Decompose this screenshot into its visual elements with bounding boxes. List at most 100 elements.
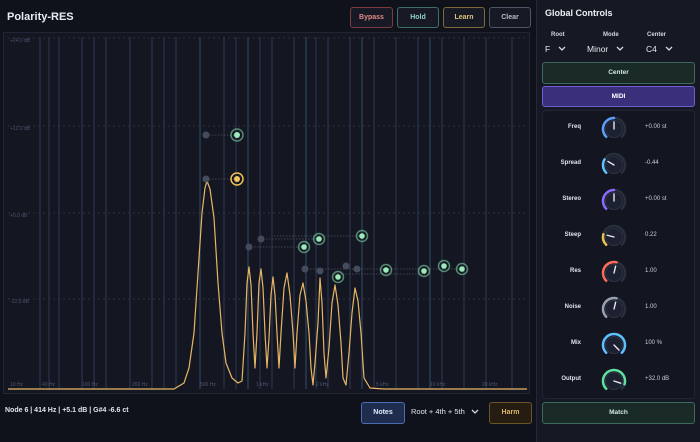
center-select[interactable]: C4 (646, 44, 673, 54)
y-label-0: +0.0 dB (10, 213, 28, 219)
global-controls-panel: Global Controls Root Mode Center F Minor… (536, 0, 700, 442)
node-handle-core (359, 233, 365, 239)
x-label-20khz: 20 kHz (482, 382, 498, 388)
root-select[interactable]: F (545, 44, 566, 54)
node-handle-ghost[interactable] (245, 243, 253, 251)
knob-spread[interactable] (599, 150, 629, 180)
chevron-down-icon (471, 409, 479, 414)
grid-horizontal (8, 37, 527, 300)
chord-select[interactable]: Root + 4th + 5th (411, 407, 479, 416)
hold-button[interactable]: Hold (397, 7, 439, 28)
center-label: Center (647, 32, 667, 38)
x-label-10hz: 10 Hz (10, 382, 24, 388)
node-handle-ghost[interactable] (316, 267, 324, 275)
grid-vertical (39, 37, 513, 389)
knob-label: Output (561, 376, 581, 382)
node-handle-ghost[interactable] (202, 175, 210, 183)
clear-button[interactable]: Clear (489, 7, 531, 28)
knob-label: Spread (560, 160, 581, 166)
filter-nodes[interactable] (202, 128, 469, 284)
spectrum-svg[interactable]: +24.0 dB +12.0 dB +0.0 dB -12.0 dB 10 Hz… (4, 33, 531, 395)
node-handle-core (234, 176, 240, 182)
knob-row-stereo: Stereo +0.00 st (543, 183, 696, 219)
y-label-minus12: -12.0 dB (10, 299, 30, 305)
knob-value: +32.0 dB (645, 376, 670, 382)
knob-label: Stereo (562, 196, 581, 202)
knob-label: Freq (567, 124, 581, 130)
root-label: Root (551, 32, 565, 38)
response-curve (8, 180, 527, 390)
knob-row-output: Output +32.0 dB (543, 363, 696, 399)
mode-select[interactable]: Minor (587, 44, 624, 54)
node-handle-core (301, 244, 307, 250)
node-handle-core (383, 267, 389, 273)
node-handle-core (316, 236, 322, 242)
node-handle-ghost[interactable] (202, 131, 210, 139)
node-handle-ghost[interactable] (353, 265, 361, 273)
node-handle-core (459, 266, 465, 272)
knob-value: 100 % (645, 340, 663, 346)
notes-button[interactable]: Notes (361, 402, 405, 424)
chevron-down-icon (616, 46, 624, 51)
knob-value: +0.00 st (645, 196, 667, 202)
knob-row-noise: Noise 1.00 (543, 291, 696, 327)
knob-row-res: Res 1.00 (543, 255, 696, 291)
x-label-40hz: 40 Hz (42, 382, 56, 388)
app-title: Polarity-RES (7, 11, 74, 23)
midi-button[interactable]: MIDI (542, 86, 695, 107)
x-label-1khz: 1 kHz (256, 382, 269, 388)
knob-noise[interactable] (599, 294, 629, 324)
node-handle-core (441, 263, 447, 269)
node-handle-ghost[interactable] (257, 235, 265, 243)
spectrum-graph[interactable]: +24.0 dB +12.0 dB +0.0 dB -12.0 dB 10 Hz… (3, 32, 530, 394)
knob-output[interactable] (599, 366, 629, 396)
knob-label: Noise (564, 304, 581, 310)
node-handle-ghost[interactable] (342, 262, 350, 270)
knob-row-spread: Spread -0.44 (543, 147, 696, 183)
chevron-down-icon (558, 46, 566, 51)
y-label-24: +24.0 dB (10, 38, 31, 44)
x-label-500hz: 500 Hz (200, 382, 216, 388)
x-label-200hz: 200 Hz (132, 382, 148, 388)
knob-label: Mix (570, 340, 581, 346)
chord-select-value: Root + 4th + 5th (411, 407, 465, 416)
knob-value: +0.00 st (645, 124, 667, 130)
node-handle-core (335, 274, 341, 280)
knob-row-steep: Steep 0.22 (543, 219, 696, 255)
x-label-2khz: 2 kHz (316, 382, 329, 388)
node-handle-core (421, 268, 427, 274)
knob-value: -0.44 (645, 160, 659, 166)
knob-row-freq: Freq +0.00 st (543, 111, 696, 147)
knob-value: 0.22 (645, 232, 657, 238)
mode-label: Mode (603, 32, 619, 38)
knob-res[interactable] (599, 258, 629, 288)
root-select-value: F (545, 44, 551, 54)
knob-mix[interactable] (599, 330, 629, 360)
knob-value: 1.00 (645, 304, 657, 310)
y-label-12: +12.0 dB (10, 126, 31, 132)
center-select-value: C4 (646, 44, 657, 54)
node-handle-core (234, 132, 240, 138)
panel-title: Global Controls (545, 8, 613, 18)
node-status-readout: Node 6 | 414 Hz | +5.1 dB | G#4 -6.6 ct (5, 407, 129, 414)
x-label-10khz: 10 kHz (430, 382, 446, 388)
knob-row-mix: Mix 100 % (543, 327, 696, 363)
knob-label: Res (569, 268, 581, 274)
knob-steep[interactable] (599, 222, 629, 252)
match-button[interactable]: Match (542, 402, 695, 424)
knob-value: 1.00 (645, 268, 657, 274)
knob-freq[interactable] (599, 114, 629, 144)
learn-button[interactable]: Learn (443, 7, 485, 28)
bypass-button[interactable]: Bypass (350, 7, 393, 28)
knob-stereo[interactable] (599, 186, 629, 216)
knob-label: Steep (564, 232, 581, 238)
knob-group: Freq +0.00 st Spread -0.44 Stereo +0.00 st Ste… (542, 110, 695, 399)
harm-button[interactable]: Harm (489, 402, 532, 424)
x-label-5khz: 5 kHz (376, 382, 389, 388)
node-links (206, 134, 462, 275)
mode-select-value: Minor (587, 44, 609, 54)
x-label-100hz: 100 Hz (82, 382, 98, 388)
chevron-down-icon (665, 46, 673, 51)
node-handle-ghost[interactable] (301, 265, 309, 273)
center-button[interactable]: Center (542, 62, 695, 84)
